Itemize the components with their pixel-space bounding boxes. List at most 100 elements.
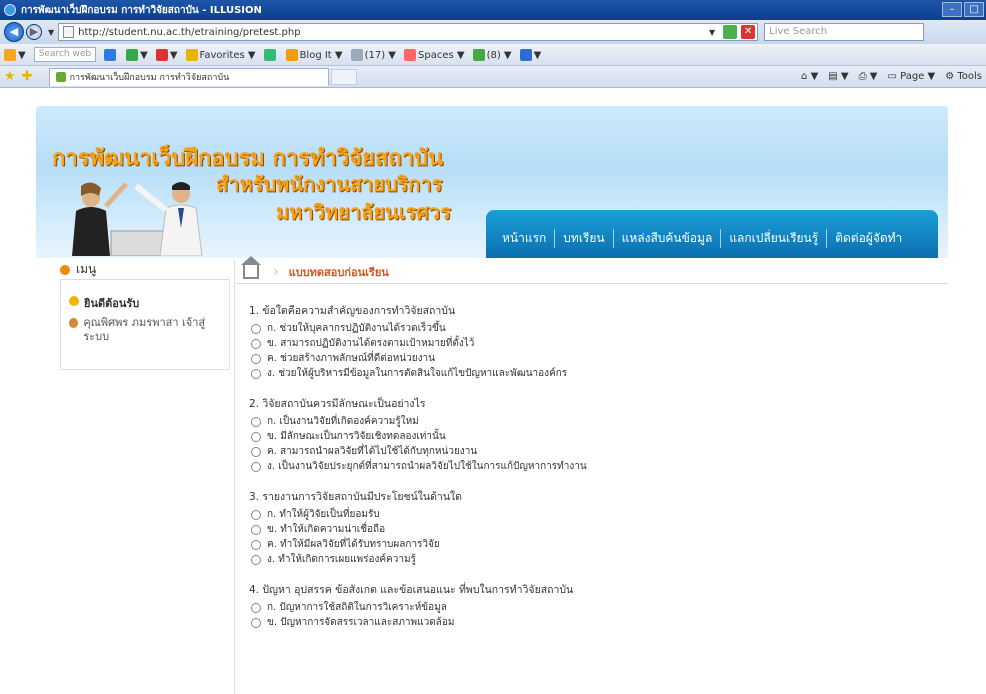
messenger-button[interactable]: (8) ▼ — [472, 48, 512, 61]
spaces-button[interactable]: Spaces ▼ — [404, 48, 465, 61]
business-people-illustration — [72, 182, 203, 256]
radio-button[interactable] — [251, 431, 261, 442]
add-favorites-icon[interactable]: ✚ — [22, 69, 33, 84]
stop-icon[interactable]: ✕ — [741, 25, 756, 39]
live-search-input[interactable]: Live Search — [764, 23, 925, 41]
answer-option[interactable]: ก. ปัญหาการใช้สถิติในการวิเคราะห์ข้อมูล — [249, 600, 938, 615]
answer-option[interactable]: ข. สามารถปฏิบัติงานได้ตรงตามเป้าหมายที่ต… — [249, 336, 938, 351]
nav-home[interactable]: หน้าแรก — [494, 229, 556, 248]
radio-button[interactable] — [251, 446, 261, 457]
answer-option[interactable]: ค. สามารถนำผลวิจัยที่ได้ไปใช้ได้กับทุกหน… — [249, 444, 938, 459]
ie-logo-icon — [4, 4, 16, 16]
answer-label: ง. เป็นงานวิจัยประยุกต์ที่สามารถนำผลวิจั… — [267, 461, 587, 472]
tools-menu[interactable]: ⚙ Tools — [945, 71, 982, 82]
nav-resources[interactable]: แหล่งสืบค้นข้อมูล — [614, 229, 722, 248]
forward-button[interactable]: ▶ — [26, 24, 42, 40]
history-dropdown-icon[interactable]: ▼ — [48, 28, 54, 37]
answer-label: ก. ช่วยให้บุคลากรปฏิบัติงานได้รวดเร็วขึ้… — [267, 323, 446, 334]
answer-option[interactable]: ค. ช่วยสร้างภาพลักษณ์ที่ดีต่อหน่วยงาน — [249, 351, 938, 366]
back-button[interactable]: ◀ — [4, 22, 24, 42]
question-text: 3. รายงานการวิจัยสถาบันมีประโยชน์ในด้านใ… — [249, 491, 462, 503]
radio-button[interactable] — [251, 461, 261, 472]
answer-option[interactable]: ข. ทำให้เกิดความน่าเชื่อถือ — [249, 522, 938, 537]
radio-button[interactable] — [251, 416, 261, 427]
answer-option[interactable]: ก. ช่วยให้บุคลากรปฏิบัติงานได้รวดเร็วขึ้… — [249, 321, 938, 336]
main-navigation: หน้าแรก บทเรียน แหล่งสืบค้นข้อมูล แลกเปล… — [486, 210, 938, 258]
page-icon — [63, 26, 75, 38]
menu-bullet-icon — [60, 264, 70, 275]
print-icon[interactable]: ⎙ ▼ — [859, 71, 878, 82]
answer-option[interactable]: ข. ปัญหาการจัดสรรเวลาและสภาพแวดล้อม — [249, 615, 938, 630]
site-header: การพัฒนาเว็บฝึกอบรม การทำวิจัยสถาบัน สำห… — [36, 106, 948, 258]
window-titlebar: การพัฒนาเว็บฝึกอบรม การทำวิจัยสถาบัน - I… — [0, 0, 986, 20]
answer-label: ข. สามารถปฏิบัติงานได้ตรงตามเป้าหมายที่ต… — [267, 338, 475, 349]
sidebar-body: ยินดีต้อนรับ คุณพิศพร ภมรพาสา เจ้าสู่ระบ… — [60, 280, 230, 370]
answer-option[interactable]: ง. ทำให้เกิดการเผยแพร่องค์ความรู้ — [249, 552, 938, 567]
radio-button[interactable] — [251, 509, 261, 520]
answer-option[interactable]: ง. เป็นงานวิจัยประยุกต์ที่สามารถนำผลวิจั… — [249, 459, 938, 474]
window-controls: – □ — [942, 2, 984, 17]
favorites-star-icon[interactable]: ★ — [4, 69, 16, 84]
answer-option[interactable]: ข. มีลักษณะเป็นการวิจัยเชิงทดลองเท่านั้น — [249, 429, 938, 444]
user-row: คุณพิศพร ภมรพาสา เจ้าสู่ระบบ — [69, 316, 221, 344]
tab-active[interactable]: การพัฒนาเว็บฝึกอบรม การทำวิจัยสถาบัน — [48, 67, 329, 86]
question-text: 2. วิจัยสถาบันควรมีลักษณะเป็นอย่างไร — [249, 398, 426, 410]
answer-option[interactable]: ง. ช่วยให้ผู้บริหารมีข้อมูลในการตัดสินใจ… — [249, 366, 938, 381]
links-toolbar: ▼ Search web ▼ ▼ Favorites ▼ Blog It ▼ (… — [0, 44, 986, 66]
welcome-icon — [69, 296, 79, 306]
welcome-row: ยินดีต้อนรับ — [69, 294, 221, 312]
radio-button[interactable] — [251, 539, 261, 550]
answer-label: ข. ทำให้เกิดความน่าเชื่อถือ — [267, 524, 386, 535]
radio-button[interactable] — [251, 554, 261, 565]
answer-option[interactable]: ก. เป็นงานวิจัยที่เกิดองค์ความรู้ใหม่ — [249, 414, 938, 429]
radio-button[interactable] — [251, 368, 261, 379]
home-icon[interactable] — [241, 255, 261, 279]
nav-knowledge-exchange[interactable]: แลกเปลี่ยนเรียนรู้ — [721, 229, 828, 248]
mail-button[interactable]: (17) ▼ — [350, 48, 396, 61]
nav-lessons[interactable]: บทเรียน — [555, 229, 614, 248]
favorites-button[interactable]: Favorites ▼ — [185, 48, 256, 61]
search-go-icon[interactable] — [104, 48, 118, 61]
maximize-button[interactable]: □ — [964, 2, 984, 17]
radio-button[interactable] — [251, 617, 261, 628]
nav-contact[interactable]: ติดต่อผู้จัดทำ — [827, 229, 910, 248]
radio-button[interactable] — [251, 602, 261, 613]
search-web-input[interactable]: Search web — [33, 47, 97, 62]
tabs-bar: ★ ✚ การพัฒนาเว็บฝึกอบรม การทำวิจัยสถาบัน… — [0, 66, 986, 88]
question: 3. รายงานการวิจัยสถาบันมีประโยชน์ในด้านใ… — [249, 488, 938, 567]
answer-label: ค. ทำให้มีผลวิจัยที่ได้รับทราบผลการวิจัย — [267, 539, 440, 550]
answer-option[interactable]: ค. ทำให้มีผลวิจัยที่ได้รับทราบผลการวิจัย — [249, 537, 938, 552]
new-tab-button[interactable] — [330, 68, 357, 85]
refresh-icon[interactable] — [723, 25, 738, 39]
answer-label: ก. ทำให้ผู้วิจัยเป็นที่ยอมรับ — [267, 509, 380, 520]
answer-label: ก. เป็นงานวิจัยที่เกิดองค์ความรู้ใหม่ — [267, 416, 419, 427]
address-bar: ◀ ▶ ▼ http://student.nu.ac.th/etraining/… — [0, 20, 986, 44]
url-input[interactable]: http://student.nu.ac.th/etraining/pretes… — [58, 23, 759, 41]
question-text: 1. ข้อใดคือความสำคัญของการทำวิจัยสถาบัน — [249, 305, 456, 317]
home-icon[interactable]: ⌂ ▼ — [801, 71, 818, 82]
radio-button[interactable] — [251, 323, 261, 334]
tab-favicon-icon — [55, 72, 66, 82]
question: 4. ปัญหา อุปสรรค ข้อสังเกต และข้อเสนอแนะ… — [249, 581, 938, 630]
sidebar: เมนู ยินดีต้อนรับ คุณพิศพร ภมรพาสา เจ้าส… — [60, 260, 230, 690]
feeds-icon[interactable]: ▤ ▼ — [828, 71, 848, 82]
radio-button[interactable] — [251, 353, 261, 364]
minimize-button[interactable]: – — [942, 2, 962, 17]
msn-icon[interactable]: ▼ — [4, 48, 26, 61]
answer-label: ง. ช่วยให้ผู้บริหารมีข้อมูลในการตัดสินใจ… — [267, 368, 568, 379]
red-toolbar-icon[interactable]: ▼ — [155, 48, 178, 61]
answer-label: ค. สามารถนำผลวิจัยที่ได้ไปใช้ได้กับทุกหน… — [267, 446, 478, 457]
help-icon[interactable]: ▼ — [519, 48, 541, 61]
answer-label: ข. ปัญหาการจัดสรรเวลาและสภาพแวดล้อม — [267, 617, 455, 628]
answer-label: ข. มีลักษณะเป็นการวิจัยเชิงทดลองเท่านั้น — [267, 431, 446, 442]
page-menu[interactable]: ▭ Page ▼ — [887, 71, 935, 82]
url-dropdown-icon[interactable]: ▼ — [709, 28, 715, 37]
edit-icon[interactable] — [263, 48, 278, 61]
radio-button[interactable] — [251, 338, 261, 349]
question-text: 4. ปัญหา อุปสรรค ข้อสังเกต และข้อเสนอแนะ… — [249, 584, 574, 596]
blog-it-button[interactable]: Blog It ▼ — [285, 48, 343, 61]
green-toolbar-icon[interactable]: ▼ — [126, 48, 148, 61]
answer-option[interactable]: ก. ทำให้ผู้วิจัยเป็นที่ยอมรับ — [249, 507, 938, 522]
radio-button[interactable] — [251, 524, 261, 535]
user-icon — [69, 318, 79, 328]
